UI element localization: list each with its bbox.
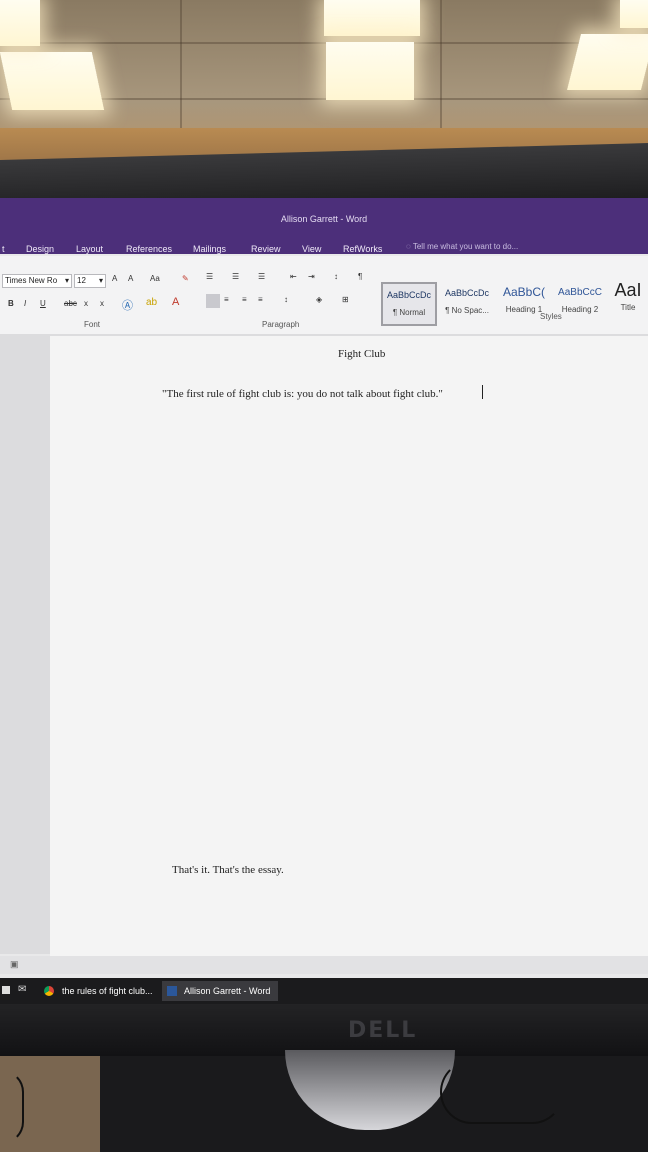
underline-button[interactable]: U	[40, 299, 46, 308]
font-name-value: Times New Ro	[5, 276, 58, 285]
ceiling-light	[0, 52, 105, 110]
ceiling-light	[620, 0, 648, 28]
ceiling-light	[567, 34, 648, 90]
borders-icon[interactable]: ⊞	[342, 295, 349, 304]
tab-design[interactable]: Design	[26, 244, 54, 254]
bullets-icon[interactable]: ☰	[206, 272, 213, 281]
style-sample: AaI	[614, 280, 642, 300]
document-page[interactable]: Fight Club "The first rule of fight club…	[50, 336, 648, 960]
superscript-button[interactable]: x	[100, 299, 104, 308]
tab-references[interactable]: References	[126, 244, 172, 254]
style-name: ¶ Normal	[392, 308, 426, 317]
subscript-button[interactable]: x	[84, 299, 88, 308]
text-effects-icon[interactable]: Ⓐ	[122, 297, 133, 313]
font-name-box[interactable]: Times New Ro ▾	[2, 274, 72, 288]
text-cursor	[482, 385, 483, 399]
shading-icon[interactable]: ◈	[316, 295, 322, 304]
window-title: Allison Garrett - Word	[280, 214, 368, 224]
font-color-icon[interactable]: A	[172, 296, 179, 308]
paragraph-group-label: Paragraph	[262, 320, 300, 329]
align-right-icon[interactable]: ≡	[242, 295, 247, 304]
status-bar: ▣	[0, 956, 648, 974]
ceiling-light	[0, 0, 40, 46]
font-group-label: Font	[84, 320, 101, 329]
show-formatting-button[interactable]: ¶	[358, 272, 362, 281]
tab-refworks[interactable]: RefWorks	[343, 244, 382, 254]
sort-icon[interactable]: ↕	[334, 272, 338, 281]
bold-button[interactable]: B	[8, 299, 14, 308]
taskbar-item-chrome[interactable]: the rules of fight club...	[40, 981, 158, 1001]
style-title[interactable]: AaI Title	[608, 280, 648, 326]
style-name: Title	[620, 303, 636, 312]
document-quote: "The first rule of fight club is: you do…	[162, 388, 443, 400]
tell-me-box[interactable]: ◌ Tell me what you want to do...	[406, 242, 518, 251]
style-sample: AaBbCcDc	[386, 290, 431, 300]
align-left-button[interactable]	[206, 294, 220, 308]
taskbar-item-label: Allison Garrett - Word	[184, 986, 271, 996]
font-size-box[interactable]: 12 ▾	[74, 274, 106, 288]
decrease-indent-icon[interactable]: ⇤	[290, 272, 297, 281]
strikethrough-button[interactable]: abc	[64, 299, 77, 308]
monitor-bezel-bottom	[0, 1004, 648, 1056]
clear-formatting-icon[interactable]: ✎	[182, 274, 189, 283]
document-closing-line: That's it. That's the essay.	[172, 864, 284, 876]
italic-button[interactable]: I	[24, 299, 26, 308]
word-icon	[167, 986, 177, 996]
style-sample: AaBbCcDc	[444, 288, 489, 298]
ceiling-grid-line	[0, 42, 648, 44]
chevron-down-icon: ▾	[98, 276, 103, 285]
proofing-icon[interactable]: ▣	[10, 959, 19, 970]
increase-indent-icon[interactable]: ⇥	[308, 272, 315, 281]
style-sample: AaBbCcC	[558, 287, 602, 298]
document-title: Fight Club	[338, 348, 386, 360]
chrome-icon	[44, 986, 54, 996]
styles-group-label: Styles	[540, 312, 562, 321]
shrink-font-button[interactable]: A	[128, 274, 133, 283]
tab-view[interactable]: View	[302, 244, 321, 254]
tell-me-text: Tell me what you want to do...	[412, 242, 519, 251]
ceiling-grid-line	[180, 0, 182, 130]
tab-review[interactable]: Review	[251, 244, 281, 254]
highlight-icon[interactable]: ab	[146, 297, 157, 308]
task-view-icon[interactable]	[2, 986, 10, 994]
tab-file-partial[interactable]: t	[2, 244, 5, 254]
change-case-button[interactable]: Aa	[150, 274, 160, 283]
taskbar-item-word[interactable]: Allison Garrett - Word	[162, 981, 278, 1001]
monitor-screen: Allison Garrett - Word t Design Layout R…	[0, 198, 648, 978]
style-sample: AaBbC(	[502, 285, 546, 299]
style-name: ¶ No Spac...	[445, 306, 489, 315]
monitor-cable	[440, 1060, 564, 1124]
grow-font-button[interactable]: A	[112, 274, 117, 283]
mail-icon[interactable]: ✉	[18, 984, 26, 995]
chevron-down-icon: ▾	[64, 276, 69, 285]
taskbar: ✉ the rules of fight club... Allison Gar…	[0, 978, 648, 1004]
style-no-spacing[interactable]: AaBbCcDc ¶ No Spac...	[439, 282, 495, 326]
tab-layout[interactable]: Layout	[76, 244, 103, 254]
numbering-icon[interactable]: ☰	[232, 272, 239, 281]
ceiling-light	[326, 42, 414, 100]
align-center-icon[interactable]: ≡	[224, 295, 229, 304]
ceiling-light	[324, 0, 420, 36]
line-spacing-icon[interactable]: ↕	[284, 295, 288, 304]
ceiling-grid-line	[440, 0, 442, 130]
justify-icon[interactable]: ≡	[258, 295, 263, 304]
tab-mailings[interactable]: Mailings	[193, 244, 226, 254]
taskbar-item-label: the rules of fight club...	[62, 986, 153, 996]
multilevel-list-icon[interactable]: ☰	[258, 272, 265, 281]
font-size-value: 12	[77, 276, 86, 285]
monitor-logo: DELL	[348, 1018, 418, 1043]
monitor-cable	[0, 1070, 24, 1144]
lightbulb-icon: ◌	[406, 242, 411, 251]
style-normal[interactable]: AaBbCcDc ¶ Normal	[381, 282, 437, 326]
